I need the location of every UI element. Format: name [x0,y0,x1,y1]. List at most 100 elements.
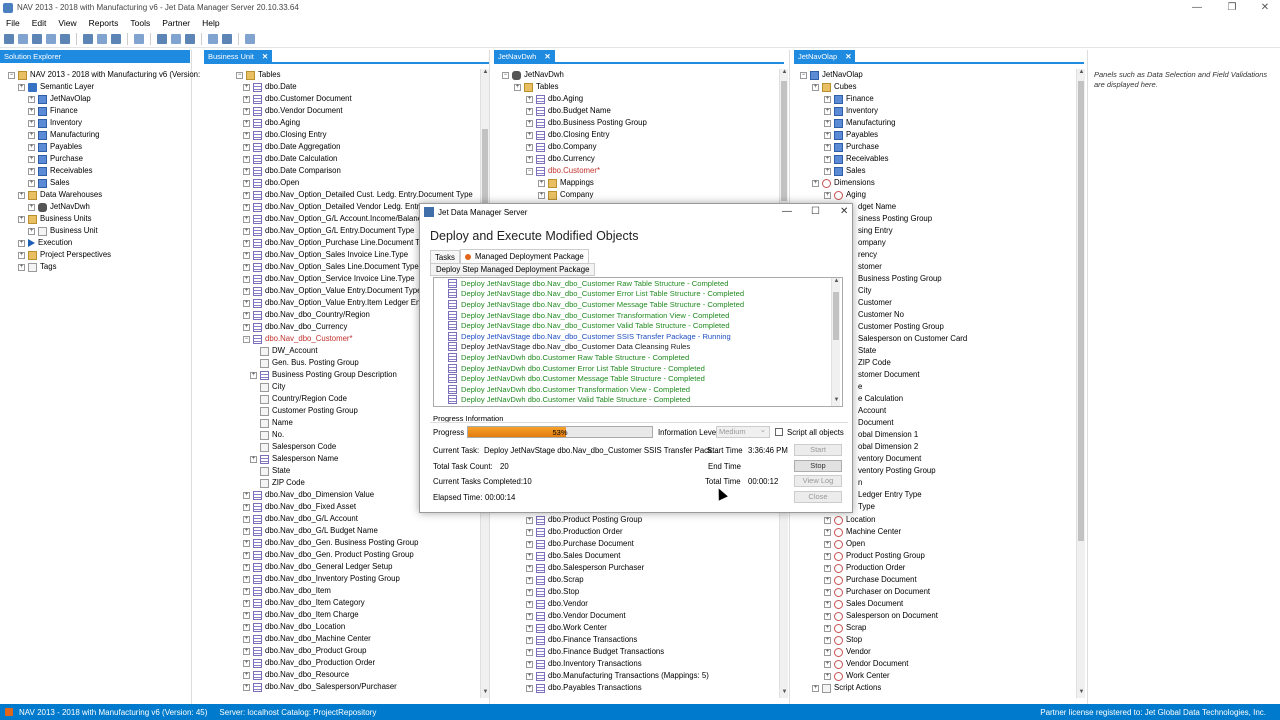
menu-reports[interactable]: Reports [83,18,125,28]
expand-icon[interactable]: + [243,671,250,679]
deployment-log-list[interactable]: Deploy JetNavStage dbo.Nav_dbo_Customer … [433,277,843,407]
script-all-checkbox[interactable] [775,428,783,436]
log-row[interactable]: Deploy JetNavStage dbo.Nav_dbo_Customer … [434,278,842,289]
new-icon[interactable] [4,33,14,44]
expand-icon[interactable]: + [824,516,831,524]
tree-item[interactable]: + dbo.Date Aggregation [236,141,473,153]
tree-item[interactable]: − dbo.Customer* [502,165,647,177]
tree-item[interactable]: + JetNavDwh [8,201,200,213]
expand-icon[interactable]: + [243,683,250,691]
expand-icon[interactable]: + [243,635,250,643]
tree-item[interactable]: + Sales [800,165,895,177]
tree-item[interactable]: + Vendor [800,646,938,658]
tree-item[interactable]: + Work Center [800,670,938,682]
scroll-down-icon[interactable]: ▼ [832,397,841,406]
tree-item[interactable]: + Dimensions [800,177,895,189]
tree-item[interactable]: + dbo.Nav_dbo_Resource [236,669,473,681]
expand-icon[interactable]: + [28,227,35,235]
tree-item[interactable]: + dbo.Date Calculation [236,153,473,165]
expand-icon[interactable]: + [243,623,250,631]
view-log-button[interactable]: View Log [794,475,842,487]
expand-icon[interactable]: + [526,131,533,139]
expand-icon[interactable]: + [526,528,533,536]
expand-icon[interactable]: + [243,611,250,619]
expand-icon[interactable]: + [824,191,831,199]
tree-item[interactable]: + dbo.Nav_dbo_Production Order [236,657,473,669]
expand-icon[interactable]: + [812,83,819,91]
expand-icon[interactable]: + [526,540,533,548]
expand-icon[interactable]: + [824,552,831,560]
tree-item[interactable]: + Semantic Layer [8,81,200,93]
expand-icon[interactable]: − [502,71,509,79]
expand-icon[interactable]: + [526,684,533,692]
menu-file[interactable]: File [0,18,26,28]
expand-icon[interactable]: + [526,624,533,632]
minimize-icon[interactable]: — [1180,0,1214,15]
expand-icon[interactable]: + [526,672,533,680]
expand-icon[interactable]: + [243,215,250,223]
tree-item[interactable]: + dbo.Manufacturing Transactions (Mapping… [502,670,709,682]
tree-item[interactable]: + dbo.Inventory Transactions [502,658,709,670]
expand-icon[interactable]: + [28,155,35,163]
stop-button[interactable]: Stop [794,460,842,472]
expand-icon[interactable]: + [812,179,819,187]
globe-icon[interactable] [171,33,181,44]
tree-item[interactable]: + Cubes [800,81,895,93]
scroll-down-icon[interactable]: ▼ [481,689,490,698]
tree-item[interactable]: + Tags [8,261,200,273]
expand-icon[interactable]: + [243,647,250,655]
tree-item[interactable]: + Project Perspectives [8,249,200,261]
expand-icon[interactable]: + [28,179,35,187]
tree-item[interactable]: + Business Units [8,213,200,225]
expand-icon[interactable]: + [526,612,533,620]
log-row[interactable]: Deploy JetNavStage dbo.Nav_dbo_Customer … [434,320,842,331]
log-row[interactable]: Deploy JetNavDwh dbo.Customer Raw Table … [434,352,842,363]
expand-icon[interactable]: + [28,143,35,151]
tree-item[interactable]: + dbo.Salesperson Purchaser [502,562,709,574]
expand-icon[interactable]: + [243,131,250,139]
tree-item[interactable]: − Tables [236,69,473,81]
expand-icon[interactable]: + [18,263,25,271]
expand-icon[interactable]: + [824,588,831,596]
tree-item[interactable]: + dbo.Production Order [502,526,709,538]
expand-icon[interactable]: + [243,311,250,319]
tree-item[interactable]: + Purchase Document [800,574,938,586]
tree-item[interactable]: + dbo.Vendor [502,598,709,610]
log-row[interactable]: Deploy JetNavDwh dbo.Customer Transforma… [434,384,842,395]
expand-icon[interactable]: + [243,167,250,175]
open-icon[interactable] [18,33,28,44]
tree-item[interactable]: + Open [800,538,938,550]
expand-icon[interactable]: + [28,167,35,175]
tree-item[interactable]: − JetNavDwh [502,69,647,81]
align-icon[interactable] [111,33,121,44]
expand-icon[interactable]: + [243,251,250,259]
tree-item[interactable]: + Script Actions [800,682,938,694]
expand-icon[interactable]: + [243,83,250,91]
tree-item[interactable]: + Sales [8,177,200,189]
jetnavolap-scrollbar[interactable]: ▲ ▼ [1076,69,1085,698]
scroll-up-icon[interactable]: ▲ [832,278,841,287]
expand-icon[interactable]: + [526,516,533,524]
expand-icon[interactable]: − [236,71,243,79]
expand-icon[interactable]: + [243,191,250,199]
expand-icon[interactable]: + [824,528,831,536]
deploy-icon[interactable] [83,33,93,44]
expand-icon[interactable]: + [243,155,250,163]
expand-icon[interactable]: + [526,95,533,103]
tree-item[interactable]: + Mappings [502,177,647,189]
tree-item[interactable]: + dbo.Aging [236,117,473,129]
expand-icon[interactable]: + [824,600,831,608]
sync-icon[interactable] [245,33,255,44]
expand-icon[interactable]: + [243,659,250,667]
expand-icon[interactable]: + [526,660,533,668]
log-row[interactable]: Deploy JetNavDwh dbo.Customer Error List… [434,363,842,374]
tree-item[interactable]: + Location [800,514,938,526]
tree-item[interactable]: + dbo.Sales Document [502,550,709,562]
log-row[interactable]: Deploy JetNavStage dbo.Nav_dbo_Customer … [434,310,842,321]
expand-icon[interactable]: + [538,179,545,187]
tree-item[interactable]: − JetNavOlap [800,69,895,81]
tree-item[interactable]: + dbo.Nav_dbo_Item Category [236,597,473,609]
expand-icon[interactable]: + [824,576,831,584]
expand-icon[interactable]: + [526,552,533,560]
log-row[interactable]: Deploy JetNavStage dbo.Nav_dbo_Customer … [434,299,842,310]
